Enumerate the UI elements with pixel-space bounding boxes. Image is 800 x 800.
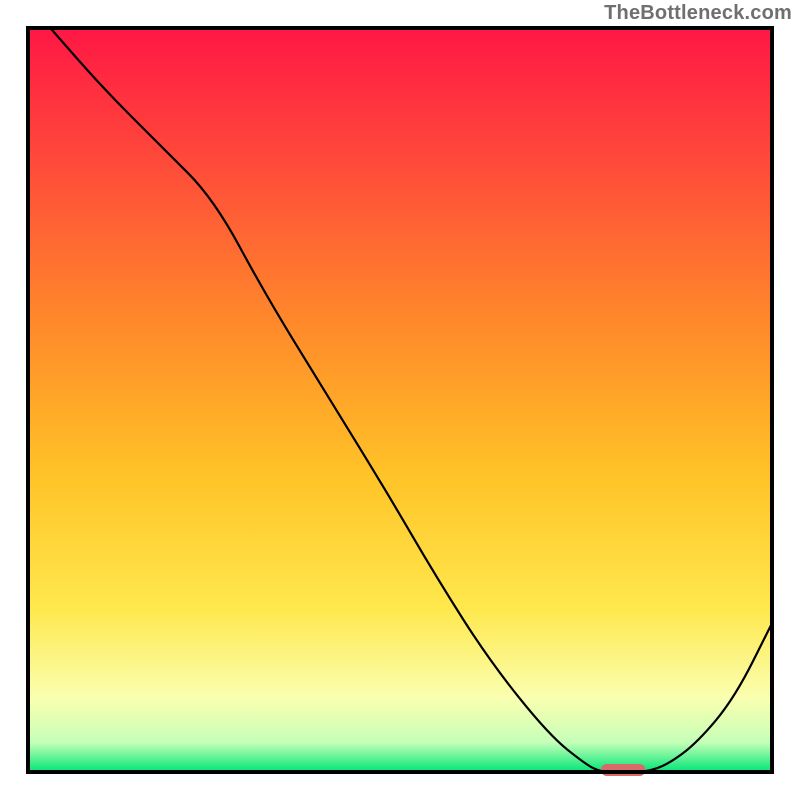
watermark-text: TheBottleneck.com xyxy=(604,2,792,25)
plot-background xyxy=(28,28,772,772)
bottleneck-chart xyxy=(0,0,800,800)
chart-container: TheBottleneck.com xyxy=(0,0,800,800)
